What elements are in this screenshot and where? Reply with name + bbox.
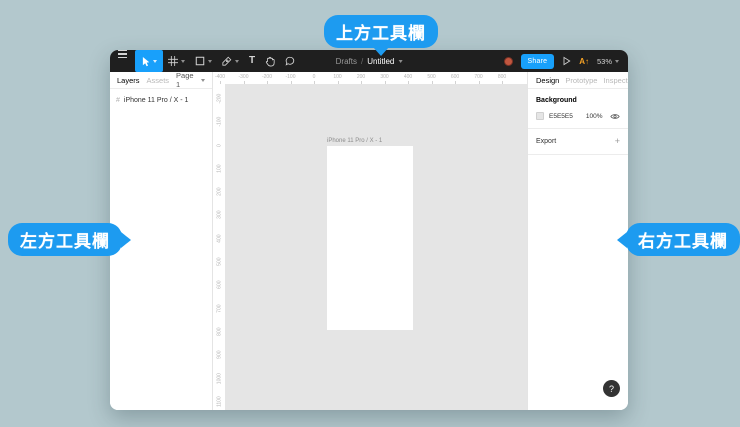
ruler-tick-label: 300 [215, 210, 222, 220]
ruler-tick-label: 0 [302, 74, 326, 84]
file-menu-caret-icon[interactable] [398, 59, 403, 63]
ruler-tick-label: 700 [467, 74, 491, 84]
avatar[interactable] [503, 56, 513, 66]
canvas[interactable]: -400 -300 -200 -100 0 100 200 300 400 500 600 700 80… [213, 72, 527, 410]
tab-inspect[interactable]: Inspect [603, 76, 627, 85]
right-panel: Design Prototype Inspect Background E5E5… [527, 72, 628, 410]
page-selector[interactable]: Page 1 [176, 71, 205, 89]
pen-tool-button[interactable] [217, 50, 244, 72]
vertical-ruler: -200 -100 0 100 200 300 400 500 600 700 800 900 1000… [213, 84, 225, 410]
comment-tool-button[interactable] [280, 50, 300, 72]
layer-name: iPhone 11 Pro / X - 1 [123, 97, 189, 104]
color-swatch[interactable] [536, 112, 544, 120]
ruler-tick-label: 800 [215, 327, 222, 336]
zoom-caret-icon [615, 59, 619, 63]
breadcrumb-separator: / [360, 56, 364, 66]
pen-tool-icon [222, 56, 232, 66]
ruler-tick-label: 600 [215, 280, 222, 290]
move-tool-caret-icon[interactable] [153, 59, 157, 63]
ruler-tick-label: 400 [215, 234, 222, 243]
ruler-tick-label: 100 [215, 164, 222, 173]
main-menu-button[interactable] [110, 50, 135, 72]
ruler-tick-label: -100 [215, 116, 222, 127]
tab-prototype[interactable]: Prototype [565, 76, 597, 85]
zoom-level: 53% [596, 56, 612, 66]
horizontal-ruler: -400 -300 -200 -100 0 100 200 300 400 500 600 700 80… [213, 72, 527, 84]
design-frame[interactable] [327, 146, 413, 330]
color-hex-value[interactable]: E5E5E5 [549, 113, 573, 120]
tab-assets[interactable]: Assets [147, 76, 170, 85]
background-color-row: E5E5E5 100% [536, 112, 620, 120]
ruler-tick-label: 700 [215, 304, 222, 313]
shape-tool-icon [195, 56, 205, 66]
ruler-tick-label: 400 [396, 74, 420, 84]
annotation-top-toolbar: 上方工具欄 [324, 15, 438, 48]
ruler-tick-label: -300 [232, 74, 256, 84]
figma-window: T Drafts / Untitled Share A↑ 53% Layers … [110, 50, 628, 410]
present-icon[interactable] [562, 56, 571, 66]
ruler-tick-label: 800 [490, 74, 514, 84]
zoom-control[interactable]: 53% [597, 57, 619, 66]
ruler-tick-label: -200 [215, 93, 222, 104]
toolbar-left-tools: T [110, 50, 300, 72]
layer-item[interactable]: # iPhone 11 Pro / X - 1 [110, 97, 212, 104]
ruler-tick-label: 100 [326, 74, 350, 84]
opacity-value[interactable]: 100% [586, 113, 603, 120]
comment-tool-icon [285, 56, 295, 66]
hand-tool-button[interactable] [260, 50, 280, 72]
menu-icon [118, 50, 127, 52]
annotation-left-toolbar: 左方工具欄 [8, 223, 122, 256]
ruler-tick-label: -400 [213, 74, 232, 84]
ruler-tick-label: -200 [255, 74, 279, 84]
add-export-button[interactable]: + [615, 137, 620, 146]
move-tool-icon [142, 56, 150, 66]
frame-tool-button[interactable] [163, 50, 190, 72]
page-selector-label: Page 1 [176, 71, 194, 89]
file-title[interactable]: Untitled [367, 57, 394, 66]
pen-tool-caret-icon[interactable] [235, 59, 239, 63]
toolbar-right-controls: Share A↑ 53% [503, 53, 628, 69]
tab-layers[interactable]: Layers [117, 76, 140, 85]
annotation-right-toolbar: 右方工具欄 [626, 223, 740, 256]
frame-layer-icon: # [116, 97, 120, 104]
frame-tool-icon [168, 56, 178, 66]
share-button[interactable]: Share [520, 53, 555, 69]
shape-tool-button[interactable] [190, 50, 217, 72]
export-section: Export + [528, 129, 628, 155]
ruler-tick-label: -100 [279, 74, 303, 84]
ruler-tick-label: 500 [215, 257, 222, 266]
ruler-tick-label: 200 [349, 74, 373, 84]
text-tool-icon: T [249, 55, 256, 66]
help-button[interactable]: ? [603, 380, 620, 397]
top-toolbar: T Drafts / Untitled Share A↑ 53% [110, 50, 628, 72]
upgrade-badge[interactable]: A↑ [579, 57, 589, 66]
visibility-eye-icon[interactable] [610, 113, 620, 120]
breadcrumb: Drafts / Untitled [336, 50, 403, 72]
shape-tool-caret-icon[interactable] [208, 59, 212, 63]
move-tool-button[interactable] [135, 50, 163, 72]
hand-tool-icon [266, 56, 275, 67]
tab-design[interactable]: Design [536, 76, 559, 85]
page-selector-caret-icon [201, 78, 205, 82]
background-section-title: Background [536, 97, 577, 104]
ruler-tick-label: 1100 [215, 396, 222, 407]
breadcrumb-folder[interactable]: Drafts [336, 57, 357, 66]
export-section-title: Export [536, 138, 557, 145]
ruler-tick-label: 600 [443, 74, 467, 84]
ruler-tick-label: 300 [373, 74, 397, 84]
frame-tool-caret-icon[interactable] [181, 59, 185, 63]
ruler-tick-label: 900 [215, 350, 222, 360]
window-body: Layers Assets Page 1 # iPhone 11 Pro / X… [110, 71, 628, 410]
text-tool-button[interactable]: T [244, 50, 260, 72]
left-panel-tabs: Layers Assets Page 1 [110, 71, 212, 89]
ruler-tick-label: 500 [420, 74, 444, 84]
right-panel-tabs: Design Prototype Inspect [528, 72, 628, 89]
frame-title[interactable]: iPhone 11 Pro / X - 1 [327, 138, 382, 144]
ruler-tick-label: 0 [215, 143, 222, 147]
ruler-tick-label: 200 [215, 187, 222, 197]
ruler-tick-label: 1000 [215, 372, 222, 384]
background-section: Background E5E5E5 100% [528, 89, 628, 129]
